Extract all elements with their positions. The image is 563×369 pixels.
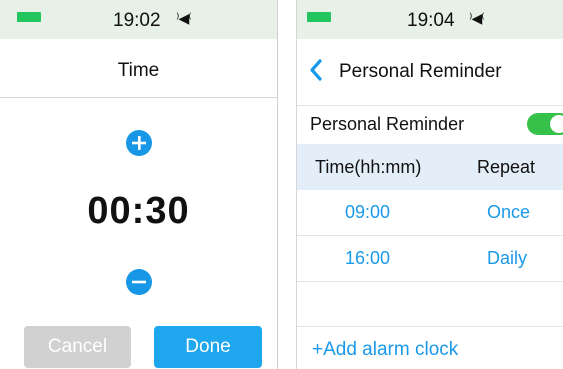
status-time: 19:04 xyxy=(407,10,455,31)
add-alarm-button[interactable]: +Add alarm clock xyxy=(312,339,458,361)
speaker-icon: ⁾◀⁽ xyxy=(469,10,485,26)
page-title: Personal Reminder xyxy=(339,61,502,82)
row-time: 09:00 xyxy=(345,202,391,222)
minus-icon xyxy=(132,280,146,284)
row-repeat: Daily xyxy=(487,248,528,268)
back-chevron-icon[interactable] xyxy=(309,59,323,81)
table-header: Time(hh:mm) Repeat xyxy=(297,144,563,190)
time-value: 00:30 xyxy=(87,190,190,232)
decrement-button[interactable] xyxy=(126,269,152,295)
reminder-toggle[interactable] xyxy=(527,113,563,135)
time-picker-screen: 19:02 ⁾◀⁽ Time 00:30 Cancel Done xyxy=(0,0,278,369)
divider xyxy=(0,97,277,98)
column-header-time: Time(hh:mm) xyxy=(315,157,422,177)
toggle-knob xyxy=(550,115,563,133)
increment-button[interactable] xyxy=(126,130,152,156)
table-row[interactable]: 16:00 Daily xyxy=(297,236,563,282)
page-title: Time xyxy=(117,60,160,81)
personal-reminder-screen: 19:04 ⁾◀⁽ Personal Reminder Personal Rem… xyxy=(296,0,563,369)
table-row[interactable]: 09:00 Once xyxy=(297,190,563,236)
toggle-label: Personal Reminder xyxy=(310,114,465,134)
column-header-repeat: Repeat xyxy=(477,157,536,177)
row-time: 16:00 xyxy=(345,248,391,268)
row-repeat: Once xyxy=(487,202,531,222)
status-bar: 19:04 ⁾◀⁽ xyxy=(297,0,563,39)
battery-icon xyxy=(307,12,331,22)
empty-row xyxy=(297,280,563,327)
speaker-icon: ⁾◀⁽ xyxy=(176,10,192,26)
done-button[interactable]: Done xyxy=(154,326,262,368)
header-bar: Personal Reminder xyxy=(297,56,563,90)
plus-icon xyxy=(132,136,146,150)
status-time: 19:02 xyxy=(113,10,161,31)
battery-icon xyxy=(17,12,41,22)
cancel-button[interactable]: Cancel xyxy=(24,326,131,368)
reminder-toggle-row: Personal Reminder xyxy=(297,105,563,142)
status-bar: 19:02 ⁾◀⁽ xyxy=(0,0,277,39)
